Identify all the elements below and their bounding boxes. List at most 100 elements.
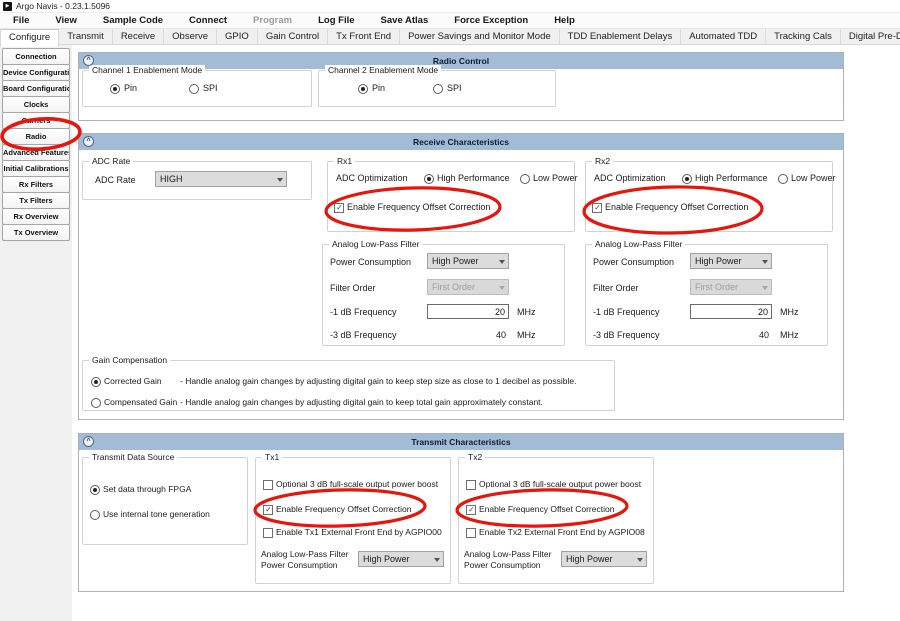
rx1-freq-offset-checkbox[interactable] [334, 203, 344, 213]
tx1-ext-front-end-checkbox[interactable] [263, 528, 273, 538]
tx1-lpf-power-value: High Power [363, 554, 410, 564]
window-title: Argo Navis - 0.23.1.5096 [16, 1, 110, 11]
menu-view[interactable]: View [42, 15, 89, 26]
app-icon: ▶ [3, 2, 12, 11]
menu-sample-code[interactable]: Sample Code [90, 15, 176, 26]
rx1-adc-optimization-label: ADC Optimization [336, 173, 408, 183]
compensated-gain-radio[interactable] [91, 398, 101, 408]
rx2-low-power-radio[interactable] [778, 174, 788, 184]
adc-rate-label: ADC Rate [95, 175, 136, 185]
rx2-power-consumption-value: High Power [695, 256, 742, 266]
sidebar-item-device-configuration[interactable]: Device Configuration [2, 64, 70, 81]
f3-frequency-label: -3 dB Frequency [593, 330, 660, 340]
chevron-down-icon [762, 260, 768, 264]
tx2-boost-label: Optional 3 dB full-scale output power bo… [479, 479, 641, 489]
tab-tracking-cals[interactable]: Tracking Cals [766, 29, 841, 44]
channel2-pin-label: Pin [372, 83, 385, 93]
tab-configure[interactable]: Configure [0, 29, 59, 47]
internal-tone-label: Use internal tone generation [103, 509, 210, 519]
menu-connect[interactable]: Connect [176, 15, 240, 26]
chevron-down-icon [762, 286, 768, 290]
filter-order-label: Filter Order [330, 283, 376, 293]
transmit-characteristics-title: Transmit Characteristics [79, 434, 843, 450]
tab-receive[interactable]: Receive [113, 29, 164, 44]
receive-characteristics-title: Receive Characteristics [79, 134, 843, 150]
channel2-spi-label: SPI [447, 83, 462, 93]
collapse-button[interactable]: ^ [83, 436, 94, 447]
transmit-data-source-group: Transmit Data Source [82, 457, 248, 545]
rx1-lpf-legend: Analog Low-Pass Filter [329, 239, 422, 249]
tab-power-savings[interactable]: Power Savings and Monitor Mode [400, 29, 560, 44]
menu-log-file[interactable]: Log File [305, 15, 367, 26]
tx2-ext-front-end-checkbox[interactable] [466, 528, 476, 538]
tx2-freq-offset-checkbox[interactable] [466, 505, 476, 515]
rx2-f1-frequency-input[interactable] [690, 304, 772, 319]
menu-force-exception[interactable]: Force Exception [441, 15, 541, 26]
sidebar-item-radio[interactable]: Radio [2, 128, 70, 145]
rx2-high-performance-radio[interactable] [682, 174, 692, 184]
tx1-freq-offset-label: Enable Frequency Offset Correction [276, 504, 411, 514]
collapse-button[interactable]: ^ [83, 55, 94, 66]
tab-tdd-enablement-delays[interactable]: TDD Enablement Delays [560, 29, 682, 44]
sidebar-item-clocks[interactable]: Clocks [2, 96, 70, 113]
chevron-down-icon [499, 260, 505, 264]
tab-gain-control[interactable]: Gain Control [258, 29, 328, 44]
tab-automated-tdd[interactable]: Automated TDD [681, 29, 766, 44]
channel2-pin-radio[interactable] [358, 84, 368, 94]
menu-save-atlas[interactable]: Save Atlas [368, 15, 442, 26]
rx1-power-consumption-select[interactable]: High Power [427, 253, 509, 269]
rx2-power-consumption-select[interactable]: High Power [690, 253, 772, 269]
tab-digital-pre-distortion[interactable]: Digital Pre-Distortion [841, 29, 900, 44]
sidebar-item-tx-overview[interactable]: Tx Overview [2, 224, 70, 241]
menu-file[interactable]: File [0, 15, 42, 26]
rx1-low-power-radio[interactable] [520, 174, 530, 184]
tx2-lpf-label-line1: Analog Low-Pass Filter [464, 549, 551, 559]
collapse-button[interactable]: ^ [83, 136, 94, 147]
tx2-boost-checkbox[interactable] [466, 480, 476, 490]
tx1-freq-offset-checkbox[interactable] [263, 505, 273, 515]
f1-frequency-label: -1 dB Frequency [330, 307, 397, 317]
channel2-spi-radio[interactable] [433, 84, 443, 94]
tx2-ext-front-end-label: Enable Tx2 External Front End by AGPIO08 [479, 527, 645, 537]
sidebar-item-rx-filters[interactable]: Rx Filters [2, 176, 70, 193]
channel1-enablement-legend: Channel 1 Enablement Mode [89, 65, 205, 75]
tab-tx-front-end[interactable]: Tx Front End [328, 29, 400, 44]
channel1-spi-radio[interactable] [189, 84, 199, 94]
rx2-lpf-legend: Analog Low-Pass Filter [592, 239, 685, 249]
tab-transmit[interactable]: Transmit [59, 29, 113, 44]
tx1-boost-checkbox[interactable] [263, 480, 273, 490]
sidebar-item-tx-filters[interactable]: Tx Filters [2, 192, 70, 209]
sidebar-item-initial-calibrations[interactable]: Initial Calibrations [2, 160, 70, 177]
tab-gpio[interactable]: GPIO [217, 29, 258, 44]
channel1-spi-label: SPI [203, 83, 218, 93]
tx2-lpf-label-line2: Power Consumption [464, 560, 541, 570]
rx1-f1-frequency-input[interactable] [427, 304, 509, 319]
channel2-enablement-legend: Channel 2 Enablement Mode [325, 65, 441, 75]
corrected-gain-radio[interactable] [91, 377, 101, 387]
adc-rate-value: HIGH [160, 174, 183, 184]
adc-rate-select[interactable]: HIGH [155, 171, 287, 187]
rx2-freq-offset-checkbox[interactable] [592, 203, 602, 213]
sidebar-item-rx-overview[interactable]: Rx Overview [2, 208, 70, 225]
rx1-high-performance-radio[interactable] [424, 174, 434, 184]
tab-observe[interactable]: Observe [164, 29, 217, 44]
channel1-pin-radio[interactable] [110, 84, 120, 94]
sidebar-item-connection[interactable]: Connection [2, 48, 70, 65]
tx2-lpf-power-select[interactable]: High Power [561, 551, 647, 567]
rx2-group: Rx2 [585, 161, 833, 232]
rx1-freq-offset-label: Enable Frequency Offset Correction [347, 202, 490, 212]
mhz-unit-label: MHz [780, 307, 799, 317]
menu-help[interactable]: Help [541, 15, 588, 26]
internal-tone-radio[interactable] [90, 510, 100, 520]
rx2-low-power-label: Low Power [791, 173, 836, 183]
sidebar-item-carriers[interactable]: Carriers [2, 112, 70, 129]
sidebar-item-board-configuration[interactable]: Board Configuration [2, 80, 70, 97]
sidebar-item-advanced-features[interactable]: Advanced Features [2, 144, 70, 161]
tx1-lpf-label-line2: Power Consumption [261, 560, 338, 570]
fpga-data-radio[interactable] [90, 485, 100, 495]
power-consumption-label: Power Consumption [593, 257, 674, 267]
mhz-unit-label: MHz [517, 330, 536, 340]
tx1-lpf-power-select[interactable]: High Power [358, 551, 444, 567]
gain-compensation-legend: Gain Compensation [89, 355, 170, 365]
rx1-group: Rx1 [327, 161, 575, 232]
